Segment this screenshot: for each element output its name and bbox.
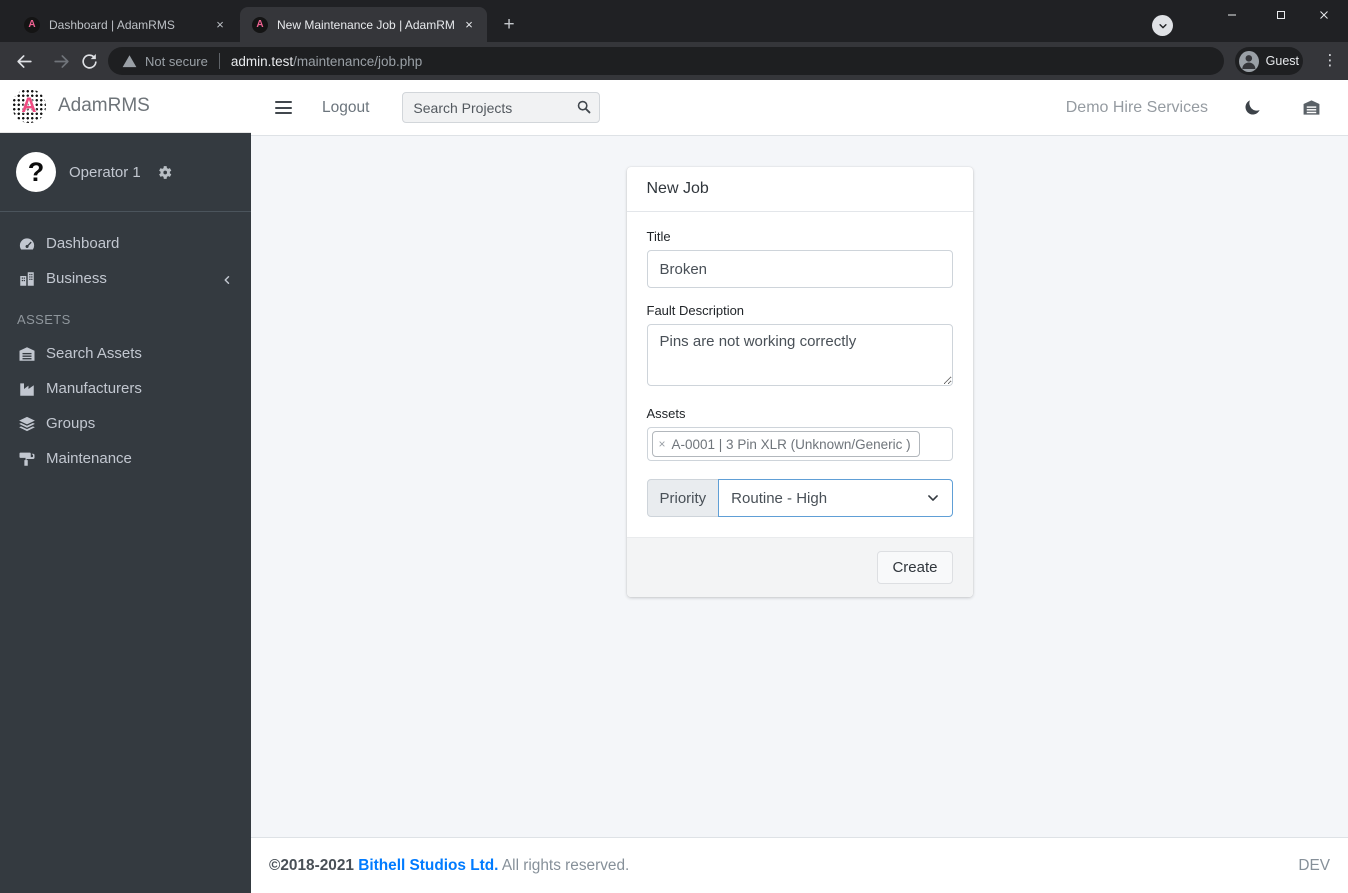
person-avatar-icon	[1239, 50, 1259, 72]
remove-tag-icon[interactable]: ×	[659, 437, 666, 451]
browser-tab-strip: A Dashboard | AdamRMS × A New Maintenanc…	[0, 0, 1348, 42]
rights-text: All rights reserved.	[498, 856, 630, 874]
priority-select[interactable]: Routine - High	[718, 479, 953, 517]
title-input[interactable]	[646, 250, 953, 288]
page-footer: ©2018-2021 Bithell Studios Ltd. All righ…	[251, 837, 1348, 893]
browser-window: A Dashboard | AdamRMS × A New Maintenanc…	[0, 0, 1348, 893]
sidebar-item-label: Dashboard	[46, 235, 120, 252]
user-avatar[interactable]: ?	[16, 152, 56, 192]
sidebar-item-groups[interactable]: Groups	[0, 406, 251, 441]
profile-name-label: Guest	[1265, 54, 1299, 68]
sidebar: A AdamRMS ? Operator 1 Dashboard Busines…	[0, 80, 251, 893]
brand-name: AdamRMS	[58, 95, 150, 116]
sidebar-item-label: Maintenance	[46, 450, 132, 467]
tab-title: Dashboard | AdamRMS	[49, 17, 175, 32]
chevron-left-icon	[221, 273, 233, 285]
sidebar-item-dashboard[interactable]: Dashboard	[0, 226, 251, 261]
not-secure-warning-icon	[122, 54, 137, 67]
industry-icon	[17, 379, 37, 399]
sidebar-item-search-assets[interactable]: Search Assets	[0, 336, 251, 371]
window-close-button[interactable]	[1304, 0, 1344, 30]
adamrms-favicon: A	[24, 16, 40, 33]
sidebar-item-manufacturers[interactable]: Manufacturers	[0, 371, 251, 406]
window-minimize-button[interactable]	[1212, 0, 1252, 30]
not-secure-label: Not secure	[145, 53, 208, 69]
sidebar-item-label: Search Assets	[46, 345, 142, 362]
browser-tab-new-maintenance-job[interactable]: A New Maintenance Job | AdamRM ×	[240, 7, 487, 42]
window-maximize-button[interactable]	[1261, 0, 1301, 30]
sidebar-brand[interactable]: A AdamRMS	[0, 80, 251, 133]
priority-label: Priority	[646, 479, 720, 517]
environment-label: DEV	[1298, 856, 1330, 874]
search-projects-input[interactable]	[402, 92, 601, 123]
company-link[interactable]: Bithell Studios Ltd.	[358, 857, 498, 874]
paint-roller-icon	[17, 449, 37, 469]
tab-close-icon[interactable]: ×	[461, 17, 477, 33]
user-panel: ? Operator 1	[0, 133, 251, 212]
new-tab-button[interactable]: +	[498, 14, 520, 36]
project-search	[402, 92, 601, 123]
gear-icon[interactable]	[156, 164, 173, 181]
close-icon	[1320, 11, 1328, 19]
chevron-down-icon	[926, 491, 940, 505]
fault-description-label: Fault Description	[646, 303, 745, 318]
chevron-down-icon	[1158, 23, 1167, 28]
new-job-card: New Job Title Fault Description Pins are…	[626, 167, 973, 597]
sidebar-item-maintenance[interactable]: Maintenance	[0, 441, 251, 476]
user-name[interactable]: Operator 1	[69, 164, 141, 181]
asset-tag-label: A-0001 | 3 Pin XLR (Unknown/Generic )	[671, 436, 911, 452]
tab-title: New Maintenance Job | AdamRM	[277, 17, 455, 32]
card-title: New Job	[626, 167, 973, 212]
asset-tag: × A-0001 | 3 Pin XLR (Unknown/Generic )	[651, 431, 920, 457]
layers-icon	[17, 414, 37, 434]
create-button[interactable]: Create	[877, 551, 953, 584]
url-host: admin.test	[230, 53, 294, 69]
media-controls-button[interactable]	[1152, 15, 1173, 36]
priority-selected-value: Routine - High	[731, 489, 828, 507]
search-icon[interactable]	[576, 99, 592, 115]
maximize-icon	[1277, 11, 1285, 19]
city-icon	[17, 269, 37, 289]
logout-link[interactable]: Logout	[322, 99, 369, 117]
assets-multiselect[interactable]: × A-0001 | 3 Pin XLR (Unknown/Generic )	[646, 427, 953, 461]
forward-button[interactable]	[49, 49, 73, 73]
tachometer-icon	[17, 234, 37, 254]
url-path: /maintenance/job.php	[293, 53, 423, 69]
minimize-icon	[1228, 14, 1236, 16]
logo-letter: A	[21, 94, 37, 117]
sidebar-item-label: Business	[46, 270, 107, 287]
browser-menu-button[interactable]: ⋮	[1318, 49, 1342, 73]
fault-description-textarea[interactable]: Pins are not working correctly	[646, 324, 953, 386]
back-button[interactable]	[12, 49, 36, 73]
title-label: Title	[646, 229, 671, 244]
omnibox-divider	[218, 53, 220, 69]
warehouse-icon	[17, 344, 37, 364]
forward-arrow-icon	[53, 54, 69, 68]
reload-button[interactable]	[77, 49, 101, 73]
sidebar-nav: Dashboard Business ASSETS Search Assets …	[0, 226, 251, 476]
moon-icon[interactable]	[1243, 98, 1262, 117]
sidebar-item-label: Groups	[46, 415, 96, 432]
app-navbar: Logout Demo Hire Services	[251, 80, 1348, 136]
tab-close-icon[interactable]: ×	[212, 17, 228, 33]
back-arrow-icon	[16, 54, 32, 68]
address-bar[interactable]: Not secure admin.test /maintenance/job.p…	[108, 47, 1224, 75]
sidebar-item-business[interactable]: Business	[0, 261, 251, 296]
instance-name-label: Demo Hire Services	[1065, 98, 1208, 116]
warehouse-icon[interactable]	[1301, 98, 1322, 117]
adamrms-favicon: A	[252, 16, 268, 33]
assets-label: Assets	[646, 406, 686, 421]
page-content: New Job Title Fault Description Pins are…	[251, 136, 1348, 837]
reload-icon	[81, 53, 97, 69]
adamrms-logo: A	[12, 89, 46, 123]
sidebar-item-label: Manufacturers	[46, 380, 142, 397]
browser-tab-dashboard[interactable]: A Dashboard | AdamRMS ×	[12, 7, 238, 42]
menu-toggle-icon[interactable]	[275, 101, 292, 114]
sidebar-section-assets: ASSETS	[17, 312, 71, 327]
browser-profile-chip[interactable]: Guest	[1235, 47, 1303, 75]
copyright-years: ©2018-2021	[269, 856, 354, 874]
